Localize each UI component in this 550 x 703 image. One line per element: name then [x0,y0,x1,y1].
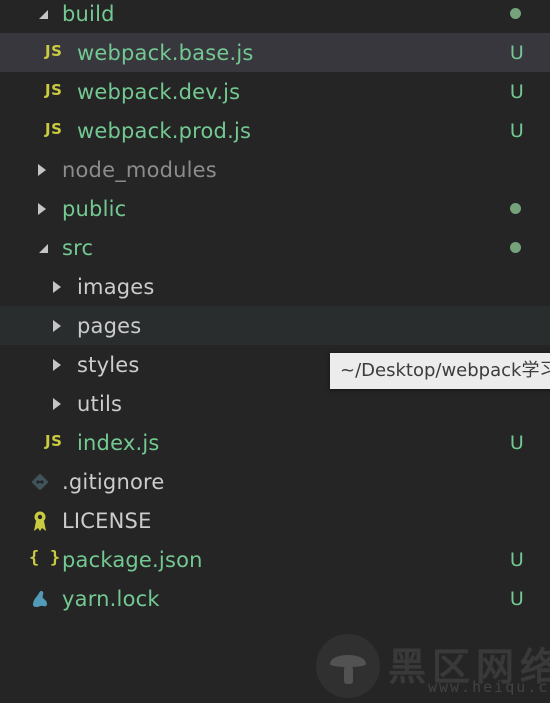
chevron-right-icon[interactable] [52,280,62,294]
javascript-icon: JS [45,432,63,450]
mushroom-icon [330,655,366,684]
chevron-right-icon[interactable] [52,397,62,411]
watermark-url: www.heiqu.com [428,678,550,696]
tree-item-node-modules[interactable]: node_modules [0,150,550,189]
tree-item-package-json[interactable]: { } package.json U [0,540,550,579]
javascript-icon: JS [45,81,63,99]
tree-item-build[interactable]: build [0,0,550,33]
file-explorer: build JS webpack.base.js U JS webpack.de… [0,0,550,703]
chevron-right-icon[interactable] [37,163,47,177]
tree-item-label: package.json [62,547,203,572]
git-status-badge: U [509,548,524,571]
chevron-right-icon[interactable] [52,319,62,333]
tree-item-src[interactable]: src [0,228,550,267]
chevron-right-icon[interactable] [37,202,47,216]
chevron-down-icon[interactable] [37,8,49,20]
tree-item-index-js[interactable]: JS index.js U [0,423,550,462]
tree-item-label: node_modules [62,157,217,182]
tree-item-gitignore[interactable]: .gitignore [0,462,550,501]
watermark-logo [316,634,380,698]
git-status-dot [510,242,521,253]
tree-item-label: yarn.lock [62,586,160,611]
tree-item-webpack-prod-js[interactable]: JS webpack.prod.js U [0,111,550,150]
tree-item-label: utils [77,391,123,416]
tree-item-utils[interactable]: utils [0,384,550,423]
tree-item-yarn-lock[interactable]: yarn.lock U [0,579,550,618]
tree-item-pages[interactable]: pages [0,306,550,345]
tree-item-label: pages [77,313,142,338]
tree-item-license[interactable]: LICENSE [0,501,550,540]
tree-item-label: index.js [77,430,160,455]
tree-item-public[interactable]: public [0,189,550,228]
tree-item-label: webpack.prod.js [77,118,252,143]
javascript-icon: JS [45,120,63,138]
git-status-badge: U [509,431,524,454]
tree-item-label: webpack.base.js [77,40,254,65]
tree-item-label: .gitignore [62,469,165,494]
tree-item-label: src [62,235,94,260]
tree-item-label: public [62,196,127,221]
path-tooltip: ~/Desktop/webpack学习 [330,353,550,389]
javascript-icon: JS [45,42,63,60]
tree-item-images[interactable]: images [0,267,550,306]
json-icon: { } [29,548,61,568]
watermark: 黑区网络 www.heiqu.com [316,634,550,700]
tree-item-label: styles [77,352,140,377]
git-status-badge: U [509,587,524,610]
git-icon [31,473,49,491]
yarn-icon [33,590,47,607]
git-status-badge: U [509,80,524,103]
git-status-badge: U [509,41,524,64]
chevron-down-icon[interactable] [37,242,49,254]
tree-item-label: LICENSE [62,508,152,533]
git-status-badge: U [509,119,524,142]
git-status-dot [510,8,521,19]
license-icon [34,511,46,531]
tree-item-webpack-dev-js[interactable]: JS webpack.dev.js U [0,72,550,111]
git-status-dot [510,203,521,214]
chevron-right-icon[interactable] [52,358,62,372]
tree-item-label: build [62,1,115,26]
tree-item-webpack-base-js[interactable]: JS webpack.base.js U [0,33,550,72]
tree-item-label: images [77,274,155,299]
tree-item-label: webpack.dev.js [77,79,241,104]
